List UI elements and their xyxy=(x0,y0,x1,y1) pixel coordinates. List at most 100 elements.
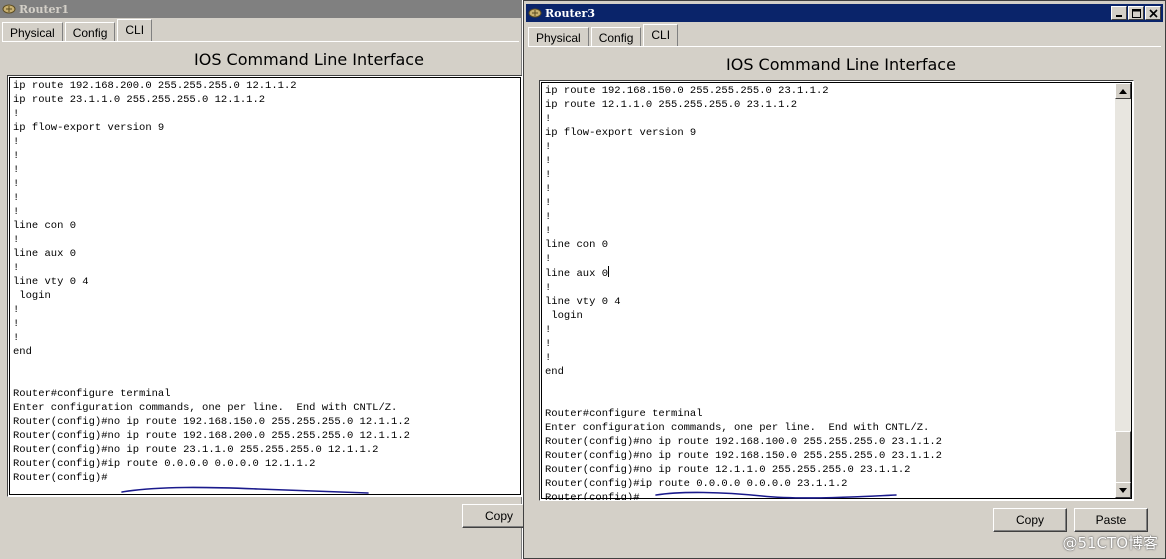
terminal-line: ip route 192.168.150.0 255.255.255.0 23.… xyxy=(545,85,829,97)
tab-cli[interactable]: CLI xyxy=(643,24,679,47)
terminal-line: end xyxy=(13,346,32,358)
terminal-line: line vty 0 4 xyxy=(13,276,89,288)
terminal-line: Router(config)#no ip route 12.1.1.0 255.… xyxy=(545,464,911,476)
page-title: IOS Command Line Interface xyxy=(726,55,956,74)
page-title: IOS Command Line Interface xyxy=(194,50,424,69)
terminal-line: Router(config)# xyxy=(13,472,108,484)
terminal-line: line con 0 xyxy=(545,239,609,251)
tab-config[interactable]: Config xyxy=(590,27,642,47)
watermark: @51CTO博客 xyxy=(1062,534,1158,552)
copy-button[interactable]: Copy xyxy=(993,508,1067,532)
router1-cli-terminal[interactable]: ip route 192.168.200.0 255.255.255.0 12.… xyxy=(7,75,522,497)
terminal-line: ! xyxy=(13,136,20,148)
router1-window: Router1 Physical Config CLI IOS Command … xyxy=(0,0,536,559)
arrow-down-icon xyxy=(1119,487,1127,493)
tab-divider xyxy=(2,41,519,42)
terminal-line: ! xyxy=(13,164,20,176)
tab-physical[interactable]: Physical xyxy=(528,27,589,47)
close-icon xyxy=(1148,8,1158,18)
terminal-line: ! xyxy=(13,178,20,190)
terminal-line: Router(config)#no ip route 192.168.200.0… xyxy=(13,430,410,442)
terminal-line: ! xyxy=(545,169,552,181)
terminal-line: line vty 0 4 xyxy=(545,296,621,308)
terminal-line: Router(config)#no ip route 192.168.100.0… xyxy=(545,436,942,448)
terminal-line: ! xyxy=(13,304,20,316)
terminal-line: ! xyxy=(13,150,20,162)
terminal-line: Router(config)#ip route 0.0.0.0 0.0.0.0 … xyxy=(545,478,848,490)
terminal-line: Router(config)#no ip route 192.168.150.0… xyxy=(13,416,410,428)
terminal-line: ! xyxy=(545,197,552,209)
terminal-line: Router(config)#no ip route 23.1.1.0 255.… xyxy=(13,444,379,456)
router3-title: Router3 xyxy=(545,6,596,20)
router-app-icon xyxy=(528,6,542,20)
terminal-line: line aux 0 xyxy=(13,248,77,260)
terminal-line: ! xyxy=(545,282,552,294)
terminal-line: Router(config)#ip route 0.0.0.0 0.0.0.0 … xyxy=(13,458,316,470)
router3-tabbar: Physical Config CLI xyxy=(528,24,680,47)
router-app-icon xyxy=(2,2,16,16)
router1-titlebar[interactable]: Router1 xyxy=(0,0,521,18)
tab-divider xyxy=(528,46,1161,47)
terminal-line: Router#configure terminal xyxy=(545,408,703,420)
terminal-line: ! xyxy=(545,141,552,153)
terminal-line: ! xyxy=(545,211,552,223)
terminal-line: ip flow-export version 9 xyxy=(13,122,165,134)
terminal-line: Enter configuration commands, one per li… xyxy=(545,422,930,434)
text-cursor xyxy=(608,266,610,277)
scroll-down-button[interactable] xyxy=(1115,482,1131,498)
maximize-icon xyxy=(1131,8,1141,18)
router1-tabbar: Physical Config CLI xyxy=(2,19,154,42)
terminal-line: ! xyxy=(545,155,552,167)
router3-window: Router3 Physical Config CLI IOS Command … xyxy=(523,0,1166,559)
terminal-line: ! xyxy=(13,192,20,204)
scroll-thumb[interactable] xyxy=(1115,431,1131,483)
terminal-line: ! xyxy=(545,225,552,237)
router3-titlebar[interactable]: Router3 xyxy=(526,4,1163,22)
router3-cli-terminal[interactable]: ip route 192.168.150.0 255.255.255.0 23.… xyxy=(539,80,1134,501)
terminal-line: Router(config)#no ip route 192.168.150.0… xyxy=(545,450,942,462)
terminal-line: Router(config)# xyxy=(545,492,640,501)
terminal-line: ! xyxy=(13,332,20,344)
terminal-line: ! xyxy=(13,318,20,330)
arrow-up-icon xyxy=(1119,88,1127,94)
scroll-up-button[interactable] xyxy=(1115,83,1131,99)
terminal-line: Enter configuration commands, one per li… xyxy=(13,402,398,414)
close-button[interactable] xyxy=(1145,6,1161,20)
terminal-line: end xyxy=(545,366,564,378)
paste-button[interactable]: Paste xyxy=(1074,508,1148,532)
tab-cli[interactable]: CLI xyxy=(117,19,153,42)
terminal-line: ! xyxy=(545,324,552,336)
terminal-line: ! xyxy=(545,338,552,350)
terminal-line: login xyxy=(545,310,583,322)
minimize-button[interactable] xyxy=(1111,6,1127,20)
terminal-line: ip route 23.1.1.0 255.255.255.0 12.1.1.2 xyxy=(13,94,266,106)
terminal-line: ! xyxy=(13,262,20,274)
terminal-line: ! xyxy=(13,108,20,120)
terminal-line: ip route 192.168.200.0 255.255.255.0 12.… xyxy=(13,80,297,92)
terminal-line: Router#configure terminal xyxy=(13,388,171,400)
terminal-line: ip route 12.1.1.0 255.255.255.0 23.1.1.2 xyxy=(545,99,798,111)
terminal-line: line aux 0 xyxy=(545,266,610,280)
minimize-icon xyxy=(1116,15,1122,17)
terminal-line: ! xyxy=(13,206,20,218)
terminal-line: line con 0 xyxy=(13,220,77,232)
window-controls xyxy=(1110,6,1161,20)
maximize-button[interactable] xyxy=(1128,6,1144,20)
terminal-line: ! xyxy=(545,113,552,125)
tab-physical[interactable]: Physical xyxy=(2,22,63,42)
tab-config[interactable]: Config xyxy=(64,22,116,42)
terminal-line: ! xyxy=(545,352,552,364)
terminal-line: login xyxy=(13,290,51,302)
terminal-line: ip flow-export version 9 xyxy=(545,127,697,139)
terminal-line: ! xyxy=(13,234,20,246)
terminal-scrollbar[interactable] xyxy=(1115,83,1131,498)
terminal-line: ! xyxy=(545,183,552,195)
router1-title: Router1 xyxy=(19,2,70,16)
terminal-line: ! xyxy=(545,253,552,265)
terminal-output: ip route 192.168.150.0 255.255.255.0 23.… xyxy=(545,84,942,501)
terminal-output: ip route 192.168.200.0 255.255.255.0 12.… xyxy=(13,79,410,485)
